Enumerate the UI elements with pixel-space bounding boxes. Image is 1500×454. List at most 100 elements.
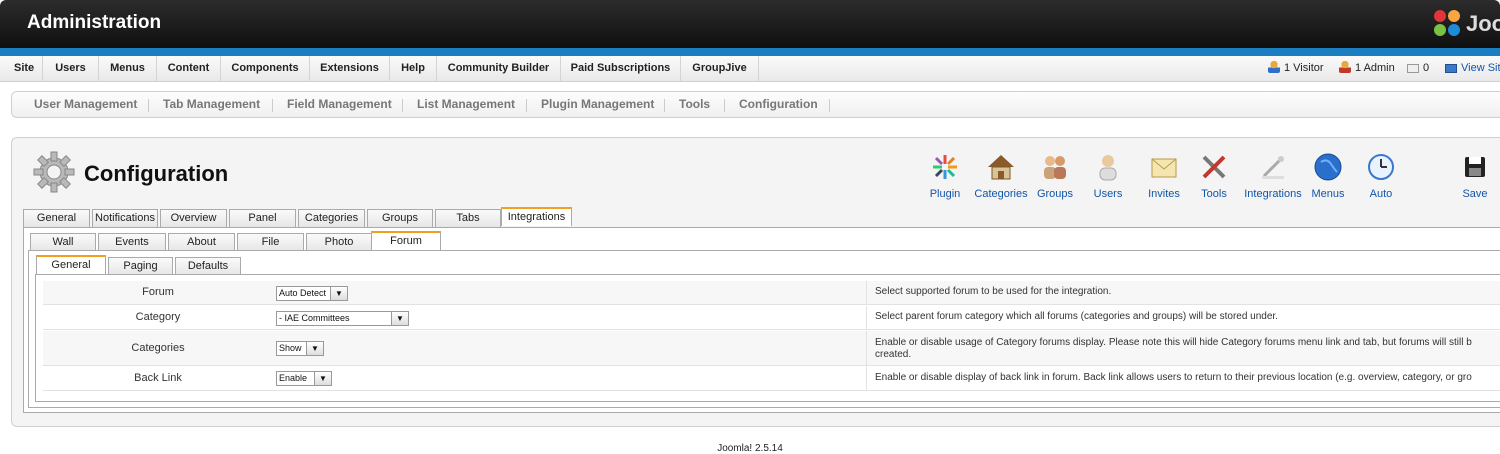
gear-icon — [33, 151, 75, 193]
column-divider — [866, 331, 867, 365]
tab-forum-defaults[interactable]: Defaults — [175, 257, 241, 275]
setting-label: Back Link — [134, 372, 182, 384]
integrations-icon — [1262, 156, 1284, 179]
tab-file[interactable]: File — [237, 233, 304, 251]
menu-site[interactable]: Site — [6, 56, 43, 82]
submenu-tab-management[interactable]: Tab Management — [163, 92, 260, 119]
toolbar-categories-button[interactable]: Categories — [972, 152, 1030, 200]
status-bar: 1 Visitor 1 Admin 0 View Site — [1268, 56, 1500, 82]
tab-wall[interactable]: Wall — [30, 233, 96, 251]
setting-description: Select supported forum to be used for th… — [875, 286, 1112, 297]
back-link-select[interactable]: Enable ▼ — [276, 371, 332, 386]
chevron-down-icon: ▼ — [391, 312, 408, 325]
monitor-icon — [1445, 64, 1457, 73]
setting-description: Select parent forum category which all f… — [875, 311, 1278, 322]
admins-status[interactable]: 1 Admin — [1339, 56, 1395, 81]
toolbar-integrations-button[interactable]: Integrations — [1242, 152, 1304, 200]
tab-groups[interactable]: Groups — [367, 209, 433, 227]
plugin-icon — [933, 155, 957, 179]
tab-overview[interactable]: Overview — [160, 209, 227, 227]
mail-icon — [1407, 64, 1419, 73]
submenu-divider — [402, 99, 403, 112]
user-icon — [1268, 61, 1280, 73]
tab-tabs[interactable]: Tabs — [435, 209, 501, 227]
setting-row-category: Category - IAE Committees ▼ Select parent… — [43, 306, 1500, 330]
forum-select[interactable]: Auto Detect ▼ — [276, 286, 348, 301]
tab-forum-general[interactable]: General — [36, 255, 106, 274]
toolbar-auto-button[interactable]: Auto — [1352, 152, 1410, 200]
header-title: Administration — [27, 12, 162, 33]
toolbar-groups-button[interactable]: Groups — [1026, 152, 1084, 200]
menu-users[interactable]: Users — [43, 56, 99, 82]
setting-label: Categories — [131, 342, 185, 354]
chevron-down-icon: ▼ — [314, 372, 331, 385]
tab-categories[interactable]: Categories — [298, 209, 365, 227]
main-menu: Site Users Menus Content Components Exte… — [0, 56, 1500, 82]
submenu-divider — [526, 99, 527, 112]
menu-paid-subscriptions[interactable]: Paid Subscriptions — [561, 56, 681, 82]
tab-forum[interactable]: Forum — [371, 231, 441, 250]
toolbar-tools-button[interactable]: Tools — [1185, 152, 1243, 200]
menu-community-builder[interactable]: Community Builder — [437, 56, 561, 82]
tab-integrations[interactable]: Integrations — [501, 207, 572, 226]
setting-description-continued: created. — [875, 349, 912, 360]
tab-panel[interactable]: Panel — [229, 209, 296, 227]
clock-icon — [1368, 154, 1394, 180]
setting-description: Enable or disable display of back link i… — [875, 372, 1472, 383]
menu-components[interactable]: Components — [221, 56, 310, 82]
submenu-divider — [148, 99, 149, 112]
menu-extensions[interactable]: Extensions — [310, 56, 390, 82]
visitors-status[interactable]: 1 Visitor — [1268, 56, 1324, 81]
submenu-field-management[interactable]: Field Management — [287, 92, 392, 119]
categories-select[interactable]: Show ▼ — [276, 341, 324, 356]
setting-row-back-link: Back Link Enable ▼ Enable or disable disp… — [43, 366, 1500, 391]
joomla-logo-icon — [1434, 10, 1462, 38]
submenu-configuration[interactable]: Configuration — [739, 92, 818, 119]
menu-menus[interactable]: Menus — [99, 56, 157, 82]
cb-submenu: User Management Tab Management Field Man… — [11, 91, 1500, 118]
joomla-logo: Joo — [1434, 9, 1500, 39]
toolbar-save-button[interactable]: Save — [1454, 152, 1496, 200]
chevron-down-icon: ▼ — [330, 287, 347, 300]
tools-icon — [1202, 155, 1226, 179]
footer-version: Joomla! 2.5.14 — [717, 443, 783, 454]
view-site-link[interactable]: View Site — [1445, 56, 1500, 81]
setting-row-forum: Forum Auto Detect ▼ Select supported foru… — [43, 281, 1500, 305]
header-accent-bar — [0, 48, 1500, 56]
category-select[interactable]: - IAE Committees ▼ — [276, 311, 409, 326]
toolbar-menus-button[interactable]: Menus — [1299, 152, 1357, 200]
house-icon — [988, 155, 1014, 180]
joomla-logo-text: Joo — [1466, 11, 1500, 36]
tab-about[interactable]: About — [168, 233, 235, 251]
submenu-divider — [829, 99, 830, 112]
setting-row-categories: Categories Show ▼ Enable or disable usage… — [43, 331, 1500, 366]
submenu-divider — [664, 99, 665, 112]
messages-status[interactable]: 0 — [1407, 56, 1429, 81]
tab-events[interactable]: Events — [98, 233, 166, 251]
groups-icon — [1044, 156, 1066, 179]
setting-label: Category — [135, 311, 181, 323]
invites-icon — [1151, 158, 1177, 178]
tab-forum-paging[interactable]: Paging — [108, 257, 173, 275]
tab-general[interactable]: General — [23, 209, 90, 227]
toolbar-users-button[interactable]: Users — [1079, 152, 1137, 200]
tab-photo[interactable]: Photo — [306, 233, 372, 251]
menu-groupjive[interactable]: GroupJive — [681, 56, 759, 82]
chevron-down-icon: ▼ — [306, 342, 323, 355]
save-icon — [1465, 157, 1485, 177]
submenu-user-management[interactable]: User Management — [34, 92, 137, 119]
menu-help[interactable]: Help — [390, 56, 437, 82]
page-title: Configuration — [84, 161, 229, 186]
menu-content[interactable]: Content — [157, 56, 221, 82]
submenu-tools[interactable]: Tools — [679, 92, 710, 119]
setting-description: Enable or disable usage of Category foru… — [875, 337, 1472, 348]
submenu-plugin-management[interactable]: Plugin Management — [541, 92, 654, 119]
admin-header: Administration Joo — [0, 0, 1500, 52]
submenu-divider — [724, 99, 725, 112]
submenu-list-management[interactable]: List Management — [417, 92, 515, 119]
toolbar-plugin-button[interactable]: Plugin — [916, 152, 974, 200]
setting-label: Forum — [142, 286, 174, 298]
globe-icon — [1314, 153, 1342, 181]
tab-notifications[interactable]: Notifications — [92, 209, 158, 227]
submenu-divider — [272, 99, 273, 112]
